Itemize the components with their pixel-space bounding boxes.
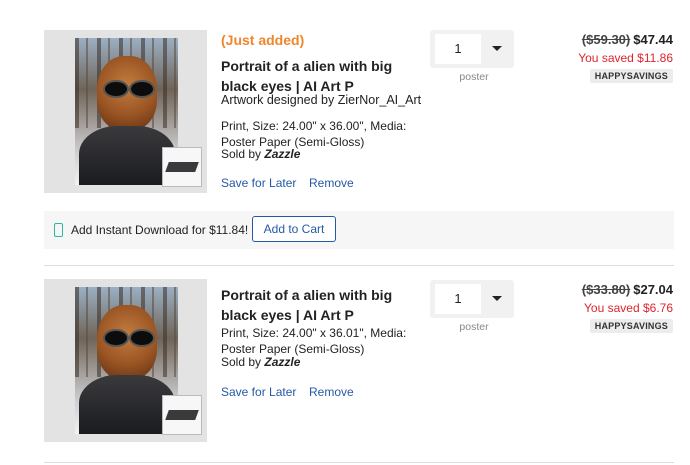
save-for-later-link[interactable]: Save for Later [221,385,296,399]
just-added-label: (Just added) [221,32,305,48]
savings-text: You saved $6.76 [584,301,673,315]
coupon-badge: HAPPYSAVINGS [589,69,673,83]
quantity-select[interactable]: 1 [430,280,514,318]
sold-by-brand: Zazzle [264,147,301,161]
savings-text: You saved $11.86 [578,51,673,65]
product-thumbnail-inset [162,395,202,435]
product-thumbnail-inset [162,147,202,187]
alien-body [79,375,175,434]
quantity-select[interactable]: 1 [430,30,514,68]
chevron-down-icon [492,46,502,51]
original-price: ($33.80) [581,282,631,297]
sold-by-prefix: Sold by [221,355,262,369]
instant-download-text: Add Instant Download for $11.84! [71,223,249,237]
left-goggle [103,80,129,98]
product-image[interactable] [44,30,207,193]
product-image[interactable] [44,279,207,442]
right-goggle [129,329,155,347]
item-divider [44,462,674,463]
product-title[interactable]: Portrait of a alien with big black eyes … [221,56,421,96]
remove-link[interactable]: Remove [309,385,354,399]
save-for-later-link[interactable]: Save for Later [221,176,296,190]
designer-credit: Artwork designed by ZierNor_AI_Art [221,93,422,107]
remove-link[interactable]: Remove [309,176,354,190]
original-price: ($59.30) [581,32,631,47]
product-specs: Print, Size: 24.00" x 36.01", Media: Pos… [221,326,407,356]
sale-price: $47.44 [633,32,673,47]
product-specs: Print, Size: 24.00" x 36.00", Media: Pos… [221,119,407,149]
sold-by-brand: Zazzle [264,355,301,369]
quantity-value: 1 [435,284,481,314]
phone-icon [54,223,63,237]
product-title[interactable]: Portrait of a alien with big black eyes … [221,285,421,325]
left-goggle [103,329,129,347]
quantity-value: 1 [435,34,481,64]
sold-by: Sold by Zazzle [221,147,300,161]
sold-by-prefix: Sold by [221,147,262,161]
right-goggle [129,80,155,98]
sold-by: Sold by Zazzle [221,355,300,369]
coupon-badge: HAPPYSAVINGS [589,319,673,333]
sale-price: $27.04 [633,282,673,297]
quantity-unit-label: poster [459,71,489,83]
add-to-cart-button[interactable]: Add to Cart [252,216,336,242]
quantity-unit-label: poster [459,321,489,333]
price: ($33.80) $27.04 [582,282,673,297]
instant-download-offer: Add Instant Download for $11.84! Add to … [44,211,674,249]
alien-body [79,126,175,185]
item-divider [44,265,674,266]
chevron-down-icon [492,296,502,301]
price: ($59.30) $47.44 [582,32,673,47]
